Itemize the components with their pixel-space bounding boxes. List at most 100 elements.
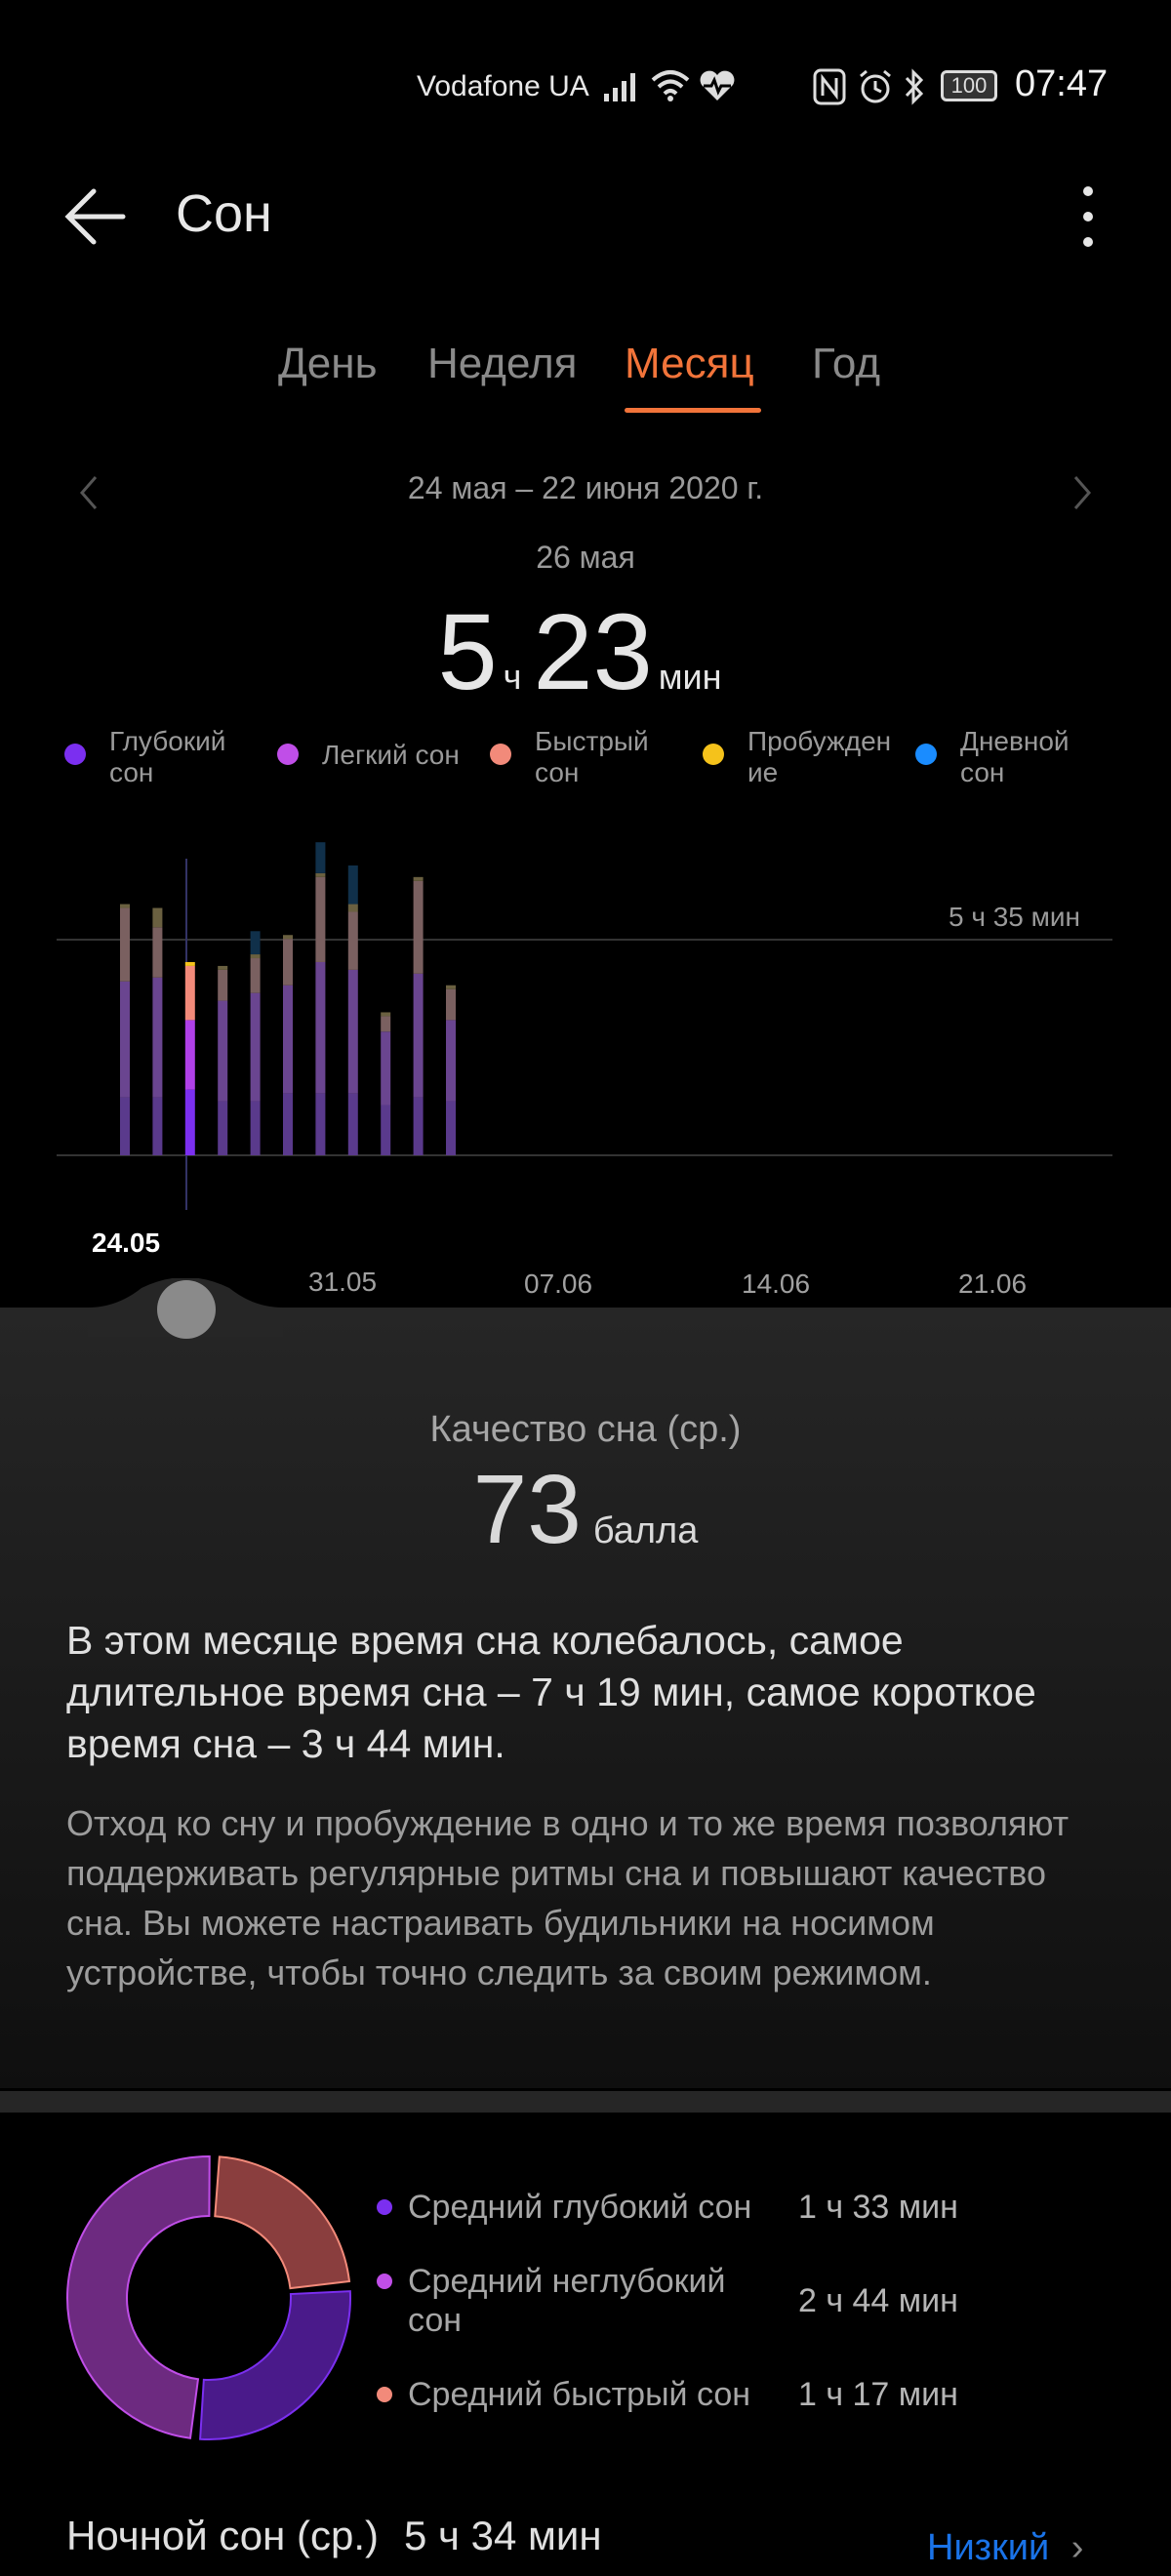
bar-segment [347, 911, 358, 970]
bar-segment [152, 1097, 163, 1155]
x-tick-label: 07.06 [524, 1268, 593, 1299]
more-options-icon[interactable] [1069, 181, 1108, 252]
bar-segment [315, 872, 326, 877]
legend-dot [64, 744, 86, 765]
bar-segment [250, 992, 261, 1102]
quality-title: Качество сна (ср.) [429, 1409, 742, 1450]
bar-segment [315, 842, 326, 873]
x-tick-label: 24.05 [92, 1228, 161, 1258]
date-slider-handle[interactable] [157, 1280, 216, 1339]
tab-day[interactable]: День [278, 340, 378, 388]
legend-dot [277, 744, 299, 765]
bar-segment [446, 985, 456, 989]
bar-segment [381, 1016, 391, 1032]
bar-segment [120, 907, 130, 982]
bar-segment [381, 1012, 391, 1017]
avg-value: 1 ч 17 мин [798, 2376, 958, 2413]
donut-slice [66, 2155, 211, 2439]
avg-dot [377, 2274, 392, 2289]
active-tab-indicator [625, 408, 761, 413]
avg-label: Средний глубокий сон [408, 2189, 752, 2226]
night-sleep-rating-link[interactable]: Низкий › [927, 2527, 1083, 2569]
donut-slice [214, 2155, 351, 2290]
page-title: Сон [176, 184, 272, 243]
nfc-icon [813, 68, 846, 105]
bar-segment [250, 931, 261, 955]
bar-segment [315, 961, 326, 1094]
avg-dot [377, 2199, 392, 2215]
bar-segment [347, 1093, 358, 1155]
selected-duration: 5 ч 23 мин [0, 590, 1171, 714]
tab-month[interactable]: Месяц [625, 340, 754, 388]
date-range: 24 мая – 22 июня 2020 г. [407, 470, 764, 505]
night-sleep-rating: Низкий [927, 2527, 1050, 2568]
month-summary: В этом месяце время сна колебалось, само… [66, 1618, 1036, 1766]
legend-dot [915, 744, 937, 765]
avg-value: 1 ч 33 мин [798, 2189, 958, 2226]
bar-segment [184, 965, 195, 1021]
quality-score-value: 73 [472, 1455, 582, 1564]
x-tick-label: 14.06 [742, 1268, 811, 1299]
bar-segment [347, 969, 358, 1094]
tab-week[interactable]: Неделя [427, 340, 577, 388]
battery-icon: 100 [941, 70, 997, 101]
sleep-structure-donut [66, 2155, 351, 2440]
avg-rem-sleep-row: Средний быстрый сон 1 ч 17 мин [377, 2375, 1157, 2418]
bar-segment [120, 904, 130, 908]
carrier-name: Vodafone UA [417, 70, 589, 102]
tab-year[interactable]: Год [812, 340, 880, 388]
bar-segment [413, 1097, 424, 1155]
bluetooth-icon [905, 68, 924, 105]
sleep-advice: Отход ко сну и пробуждение в одно и то ж… [66, 1803, 1070, 1992]
heart-rate-icon [700, 70, 735, 101]
bar-segment [347, 865, 358, 905]
bar-segment [184, 1089, 195, 1155]
sleep-month-chart[interactable] [0, 829, 1171, 1298]
wifi-icon [651, 70, 690, 101]
bar-segment [184, 1020, 195, 1090]
quality-score-unit: балла [592, 1510, 699, 1551]
legend-label: Быстрый сон [535, 726, 649, 787]
legend-dot [490, 744, 511, 765]
bar-segment [120, 981, 130, 1098]
alarm-icon [860, 69, 891, 103]
duration-hours: 5 [437, 592, 498, 712]
bar-segment [250, 1101, 261, 1155]
night-sleep-value: 5 ч 34 мин [404, 2513, 602, 2558]
bar-segment [446, 988, 456, 1021]
bar-segment [152, 927, 163, 978]
signal-icon [604, 73, 635, 101]
selected-date: 26 мая [536, 540, 635, 575]
legend-dot [703, 744, 724, 765]
back-arrow-icon[interactable] [64, 185, 127, 248]
x-tick-label: 31.05 [308, 1267, 378, 1297]
legend-label: Глубокий сон [109, 726, 226, 787]
avg-dot [377, 2387, 392, 2402]
bar-segment [250, 958, 261, 993]
avg-deep-sleep-row: Средний глубокий сон 1 ч 33 мин [377, 2188, 1157, 2231]
next-period-icon[interactable] [1068, 473, 1097, 512]
bar-segment [250, 954, 261, 959]
quality-score: 73 балла [0, 1454, 1171, 1566]
chevron-right-icon: › [1070, 2527, 1084, 2568]
bar-segment [152, 907, 163, 928]
bar-segment [347, 904, 358, 912]
bar-segment [446, 1101, 456, 1155]
avg-label: Средний быстрый сон [408, 2376, 751, 2413]
bar-segment [184, 961, 195, 966]
status-bar: Vodafone UA 100 07:47 [0, 59, 1171, 117]
bar-segment [315, 1093, 326, 1155]
bar-segment [283, 935, 293, 940]
clock: 07:47 [1015, 63, 1109, 104]
bar-segment [315, 876, 326, 962]
bar-segment [152, 977, 163, 1098]
avg-light-sleep-row: Средний неглубокий сон 2 ч 44 мин [377, 2262, 1157, 2350]
bar-segment [218, 1101, 228, 1155]
bar-segment [446, 1020, 456, 1102]
bar-segment [413, 880, 424, 974]
legend-label: Пробужден ие [747, 726, 892, 787]
x-tick-label: 21.06 [958, 1268, 1028, 1299]
night-sleep-average: Ночной сон (ср.) 5 ч 34 мин [66, 2513, 602, 2559]
avg-label: Средний неглубокий сон [408, 2263, 726, 2339]
bar-segment [381, 1105, 391, 1155]
